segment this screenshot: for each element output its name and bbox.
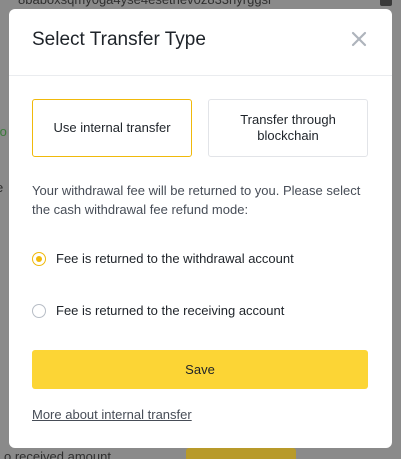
more-about-internal-transfer-link[interactable]: More about internal transfer [32,407,192,422]
background-submit-button [186,448,296,459]
radio-label: Fee is returned to the withdrawal accoun… [56,251,294,266]
radio-unchecked-icon[interactable] [32,303,46,318]
background-address-text: 8baboxsqmy0ga4yse4esetnev0z833hyrggsr [18,0,272,7]
transfer-type-modal: Select Transfer Type Use internal transf… [9,9,392,448]
background-fee-text: e [0,180,3,195]
blockchain-transfer-option[interactable]: Transfer through blockchain [208,99,368,157]
radio-label: Fee is returned to the receiving account [56,303,285,318]
close-button[interactable] [348,28,370,50]
refund-to-withdrawal-account-option[interactable]: Fee is returned to the withdrawal accoun… [32,251,294,266]
refund-to-receiving-account-option[interactable]: Fee is returned to the receiving account [32,303,284,318]
background-copy-icon [380,0,392,6]
background-green-text: to [0,124,7,139]
radio-checked-icon[interactable] [32,251,46,266]
refund-description: Your withdrawal fee will be returned to … [32,183,361,217]
internal-transfer-option[interactable]: Use internal transfer [32,99,192,157]
close-icon [351,31,367,47]
modal-header: Select Transfer Type [9,9,392,76]
save-button[interactable]: Save [32,350,368,389]
background-received-amount-text: o received amount [4,449,111,459]
modal-title: Select Transfer Type [32,29,206,50]
